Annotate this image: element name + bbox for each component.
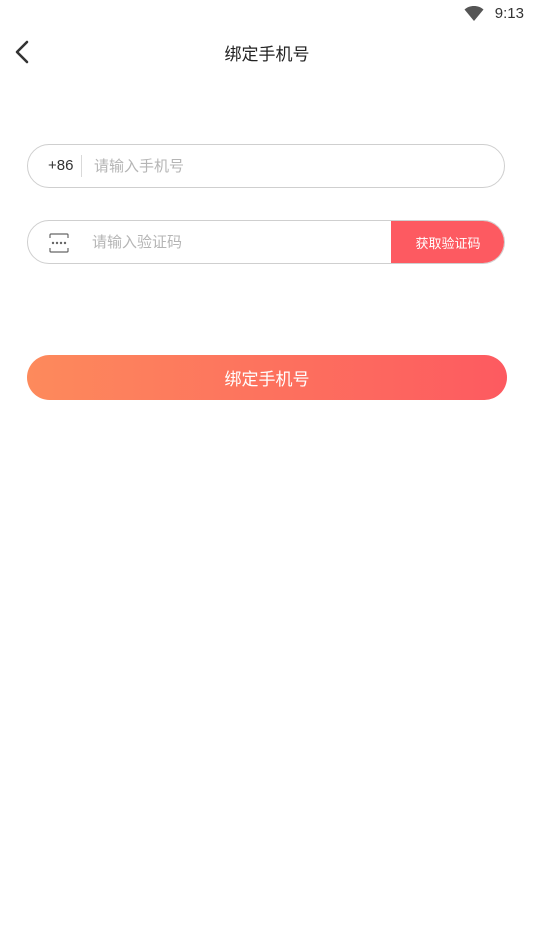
bind-phone-button[interactable]: 绑定手机号 — [27, 355, 507, 400]
divider — [81, 155, 82, 177]
status-time: 9:13 — [494, 5, 524, 22]
status-bar: 9:13 — [0, 0, 534, 28]
phone-field: +86 — [27, 144, 505, 188]
header: 绑定手机号 — [0, 28, 534, 76]
page-title: 绑定手机号 — [224, 45, 310, 65]
verification-code-input[interactable] — [92, 221, 382, 263]
wifi-icon — [464, 6, 484, 21]
country-code[interactable]: +86 — [48, 157, 73, 174]
sms-code-icon — [49, 233, 69, 253]
verification-code-field: 获取验证码 — [27, 220, 505, 264]
phone-input[interactable] — [94, 145, 474, 187]
get-code-button[interactable]: 获取验证码 — [391, 221, 504, 263]
